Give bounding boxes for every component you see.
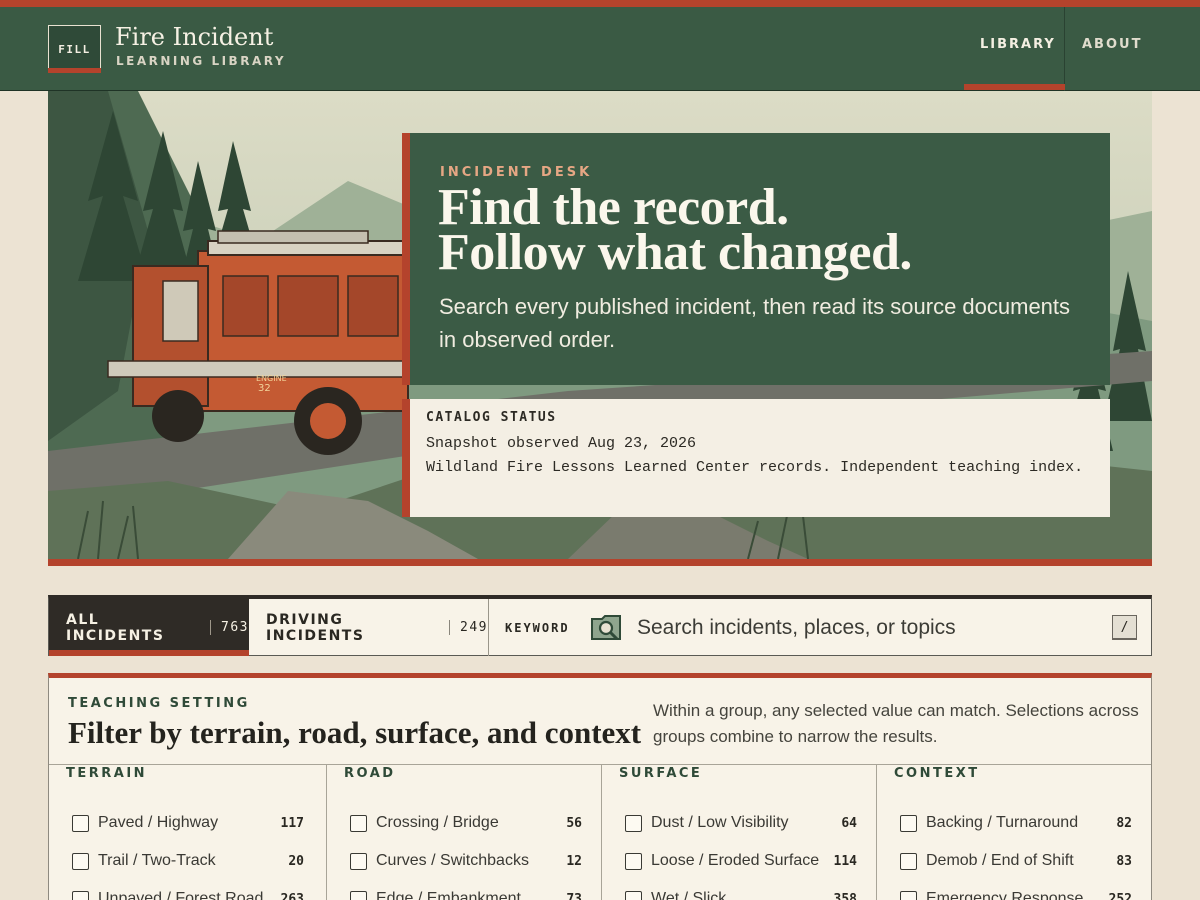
filter-option-label: Loose / Eroded Surface bbox=[651, 852, 820, 869]
tab-all-label: ALL INCIDENTS bbox=[66, 611, 165, 644]
hero-intro-card: INCIDENT DESK Find the record. Follow wh… bbox=[402, 133, 1110, 385]
filter-option-count: 117 bbox=[280, 815, 304, 831]
filter-group-road: ROAD Crossing / Bridge 56 Curves / Switc… bbox=[326, 765, 602, 900]
top-accent-stripe bbox=[0, 0, 1200, 7]
catalog-source-note: Wildland Fire Lessons Learned Center rec… bbox=[426, 459, 1084, 476]
site-subtitle: LEARNING LIBRARY bbox=[116, 54, 287, 68]
filter-option-label: Wet / Slick bbox=[651, 890, 727, 900]
teaching-setting-filters: TEACHING SETTING Filter by terrain, road… bbox=[48, 673, 1152, 900]
filter-option-label: Paved / Highway bbox=[98, 814, 219, 831]
nav-library[interactable]: LIBRARY bbox=[980, 37, 1056, 52]
site-logo[interactable]: FILL bbox=[48, 25, 101, 73]
filter-option-label: Crossing / Bridge bbox=[376, 814, 499, 831]
hero-banner: ENGINE 32 INCIDENT DESK Find the record.… bbox=[48, 91, 1152, 559]
hero-lead: Search every published incident, then re… bbox=[439, 294, 1071, 352]
site-title[interactable]: Fire Incident bbox=[115, 23, 273, 51]
filter-option[interactable]: Edge / Embankment 73 bbox=[350, 889, 582, 900]
filter-checkbox[interactable] bbox=[900, 890, 917, 900]
filters-note: Within a group, any selected value can m… bbox=[653, 701, 1139, 746]
filters-title: Filter by terrain, road, surface, and co… bbox=[68, 715, 642, 750]
engine-name-decal: ENGINE bbox=[256, 374, 287, 383]
engine-number-decal: 32 bbox=[258, 383, 271, 394]
catalog-status-text: Snapshot observed Aug 23, 2026 Wildland … bbox=[426, 432, 1106, 480]
filter-option-count: 56 bbox=[566, 815, 582, 831]
filter-option[interactable]: Loose / Eroded Surface 114 bbox=[625, 851, 857, 871]
filter-option[interactable]: Dust / Low Visibility 64 bbox=[625, 813, 857, 833]
filter-option-count: 64 bbox=[841, 815, 857, 831]
filter-option[interactable]: Curves / Switchbacks 12 bbox=[350, 851, 582, 871]
filter-option-count: 73 bbox=[566, 891, 582, 900]
filter-option[interactable]: Crossing / Bridge 56 bbox=[350, 813, 582, 833]
filter-checkbox[interactable] bbox=[625, 890, 642, 900]
filter-group-terrain: TERRAIN Paved / Highway 117 Trail / Two-… bbox=[49, 765, 325, 900]
hero-eyebrow: INCIDENT DESK bbox=[440, 165, 593, 180]
filter-option-count: 83 bbox=[1116, 853, 1132, 869]
logo-accent-bar bbox=[48, 68, 101, 73]
catalog-status-card: CATALOG STATUS Snapshot observed Aug 23,… bbox=[402, 399, 1110, 517]
filter-group-heading: CONTEXT bbox=[894, 766, 980, 781]
filter-option[interactable]: Trail / Two-Track 20 bbox=[72, 851, 304, 871]
filter-checkbox[interactable] bbox=[72, 890, 89, 900]
hero-bottom-stripe bbox=[48, 559, 1152, 566]
filter-checkbox[interactable] bbox=[72, 814, 89, 832]
filter-option-count: 82 bbox=[1116, 815, 1132, 831]
filter-option-label: Unpaved / Forest Road bbox=[98, 890, 264, 900]
nav-divider bbox=[1064, 7, 1065, 91]
hero-heading-line2: Follow what changed. bbox=[438, 224, 912, 281]
hero-heading: Find the record. Follow what changed. bbox=[438, 182, 912, 279]
filter-checkbox[interactable] bbox=[625, 852, 642, 870]
filter-option[interactable]: Demob / End of Shift 83 bbox=[900, 851, 1132, 871]
tab-driving-count: 249 bbox=[449, 620, 488, 635]
filter-checkbox[interactable] bbox=[625, 814, 642, 832]
search-input[interactable] bbox=[637, 611, 1107, 645]
filters-eyebrow: TEACHING SETTING bbox=[68, 696, 250, 711]
search-shortcut-key: / bbox=[1112, 615, 1137, 640]
tab-driving-incidents[interactable]: DRIVING INCIDENTS 249 bbox=[249, 599, 489, 656]
filter-option-label: Backing / Turnaround bbox=[926, 814, 1079, 831]
filter-group-heading: ROAD bbox=[344, 766, 396, 781]
filter-option[interactable]: Backing / Turnaround 82 bbox=[900, 813, 1132, 833]
filter-checkbox[interactable] bbox=[900, 814, 917, 832]
filter-option[interactable]: Paved / Highway 117 bbox=[72, 813, 304, 833]
filter-checkbox[interactable] bbox=[72, 852, 89, 870]
filter-group-heading: TERRAIN bbox=[66, 766, 148, 781]
catalog-status-label: CATALOG STATUS bbox=[426, 410, 557, 425]
filter-option-count: 252 bbox=[1108, 891, 1132, 900]
filter-option-label: Emergency Response bbox=[926, 890, 1084, 900]
filter-option[interactable]: Emergency Response 252 bbox=[900, 889, 1132, 900]
filter-option-count: 358 bbox=[833, 891, 857, 900]
incident-tabs-search-bar: ALL INCIDENTS 763 DRIVING INCIDENTS 249 … bbox=[48, 595, 1152, 656]
filter-option-label: Curves / Switchbacks bbox=[376, 852, 529, 869]
filter-option-label: Dust / Low Visibility bbox=[651, 814, 789, 831]
filter-option-label: Edge / Embankment bbox=[376, 890, 521, 900]
keyword-label: KEYWORD bbox=[505, 621, 570, 635]
filter-option-count: 114 bbox=[833, 853, 857, 869]
search-icon bbox=[590, 613, 624, 648]
filter-group-heading: SURFACE bbox=[619, 766, 703, 781]
tab-all-count: 763 bbox=[210, 620, 249, 635]
filter-group-context: CONTEXT Backing / Turnaround 82 Demob / … bbox=[876, 765, 1152, 900]
filter-option[interactable]: Wet / Slick 358 bbox=[625, 889, 857, 900]
filter-option[interactable]: Unpaved / Forest Road 263 bbox=[72, 889, 304, 900]
filter-group-surface: SURFACE Dust / Low Visibility 64 Loose /… bbox=[601, 765, 877, 900]
filter-option-label: Trail / Two-Track bbox=[98, 852, 216, 869]
filter-option-count: 12 bbox=[566, 853, 582, 869]
filter-checkbox[interactable] bbox=[900, 852, 917, 870]
filter-option-count: 20 bbox=[288, 853, 304, 869]
tab-active-indicator bbox=[49, 650, 249, 656]
filter-checkbox[interactable] bbox=[350, 814, 367, 832]
filter-option-count: 263 bbox=[280, 891, 304, 900]
filter-checkbox[interactable] bbox=[350, 852, 367, 870]
logo-text: FILL bbox=[58, 42, 91, 56]
tab-driving-label: DRIVING INCIDENTS bbox=[266, 611, 365, 644]
site-header: FILL Fire Incident LEARNING LIBRARY LIBR… bbox=[0, 7, 1200, 91]
nav-about[interactable]: ABOUT bbox=[1082, 37, 1142, 52]
catalog-snapshot-date: Snapshot observed Aug 23, 2026 bbox=[426, 435, 697, 452]
tab-all-incidents[interactable]: ALL INCIDENTS 763 bbox=[49, 599, 249, 656]
filter-checkbox[interactable] bbox=[350, 890, 367, 900]
filter-option-label: Demob / End of Shift bbox=[926, 852, 1074, 869]
nav-active-indicator bbox=[964, 84, 1065, 90]
